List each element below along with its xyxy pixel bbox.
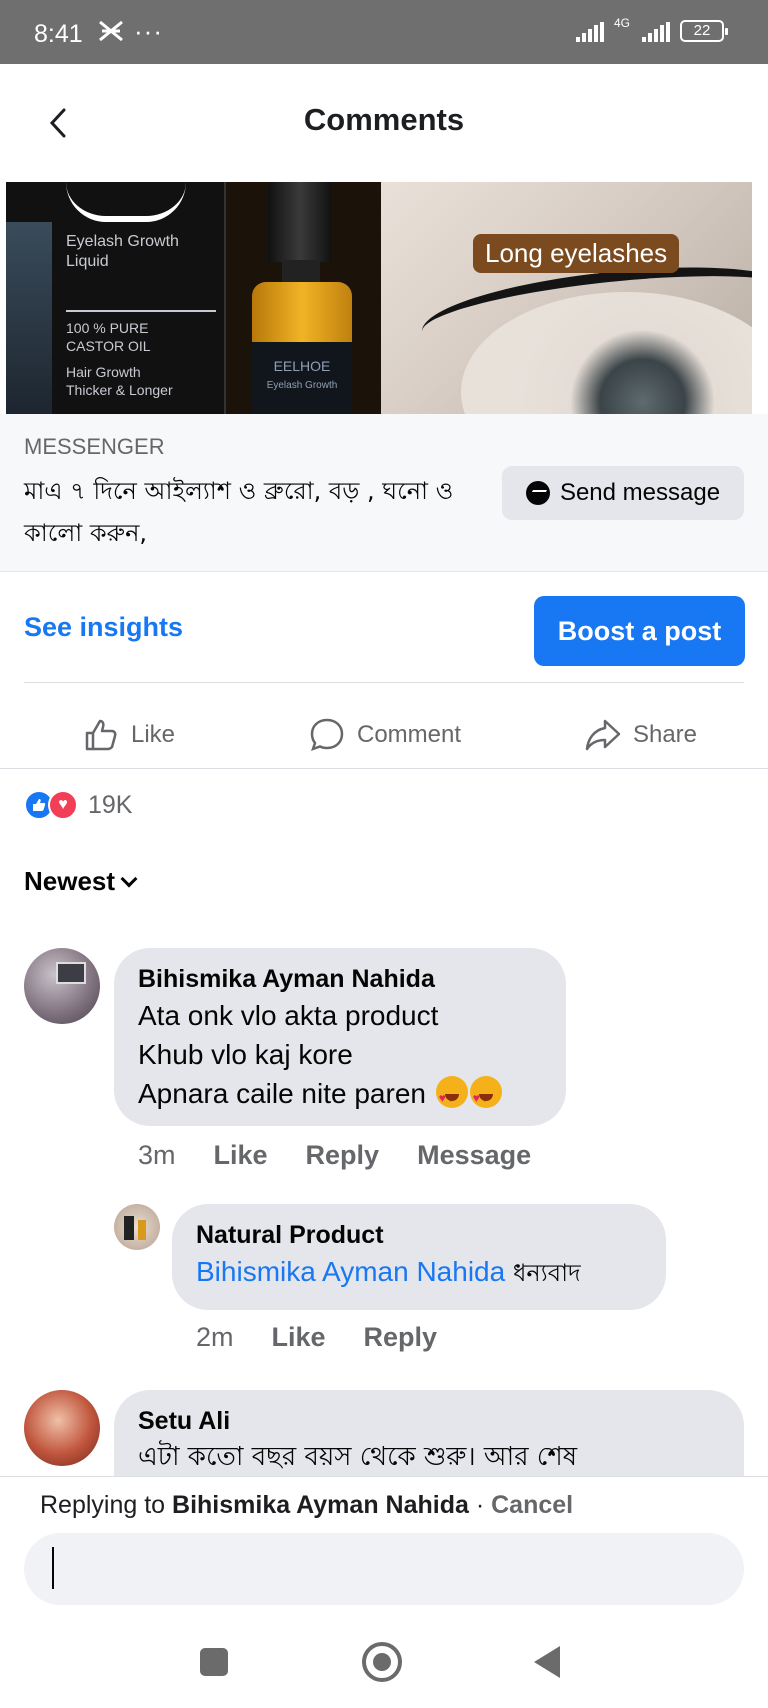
thumbs-up-icon	[85, 719, 117, 751]
divider	[24, 682, 744, 683]
more-notifications-icon: ···	[134, 16, 163, 46]
comment-author[interactable]: Natural Product	[196, 1218, 642, 1252]
text-caret	[52, 1547, 54, 1589]
comment-reply-button[interactable]: Reply	[364, 1322, 438, 1353]
battery-level: 22	[693, 22, 711, 39]
bottle-sub: Eyelash Growth	[266, 380, 338, 391]
system-back-button[interactable]	[534, 1646, 560, 1678]
share-button[interactable]: Share	[512, 700, 768, 770]
replying-prefix: Replying to	[40, 1491, 166, 1519]
battery-icon: 22	[680, 20, 728, 42]
comment-meta: 3m Like Reply Message	[138, 1140, 531, 1171]
send-message-label: Send message	[559, 479, 721, 506]
comment-line: Apnara caile nite paren	[138, 1078, 426, 1109]
box-text: Hair Growth	[66, 364, 141, 380]
eyelash-photo-panel: Long eyelashes	[381, 182, 752, 414]
see-insights-link[interactable]: See insights	[24, 612, 183, 643]
sort-dropdown[interactable]: Newest	[24, 866, 138, 897]
box-text: 100 % PURE	[66, 320, 149, 336]
status-time: 8:41	[34, 20, 83, 48]
comment-button[interactable]: Comment	[256, 700, 512, 770]
comment-line: Ata onk vlo akta product	[138, 1000, 439, 1031]
comment-meta: 2m Like Reply	[196, 1322, 437, 1353]
cancel-reply-button[interactable]: Cancel	[491, 1491, 573, 1519]
share-icon	[585, 719, 621, 751]
comment-message-button[interactable]: Message	[417, 1140, 531, 1171]
comment-text: এটা কতো বছর বয়স থেকে শুরু। আর শেষ	[138, 1442, 578, 1472]
notification-icon	[98, 20, 124, 49]
comment-time: 2m	[196, 1322, 234, 1352]
send-message-button[interactable]: Send message	[502, 466, 744, 520]
reactions-summary[interactable]: ♥ 19K	[24, 790, 132, 820]
box-text: Eyelash Growth	[66, 233, 179, 250]
eye-illustration	[66, 182, 186, 222]
messenger-icon	[525, 481, 550, 505]
like-label: Like	[130, 721, 176, 748]
comment-line: Khub vlo kaj kore	[138, 1039, 353, 1070]
comment-label: Comment	[356, 721, 462, 748]
signal-icon-2	[642, 22, 670, 42]
home-button[interactable]	[362, 1642, 402, 1682]
chevron-down-icon	[120, 870, 138, 887]
sort-label: Newest	[24, 866, 116, 896]
share-label: Share	[632, 721, 698, 748]
bottle-label: EELHOE Eyelash Growth	[252, 342, 352, 414]
replying-separator: ·	[468, 1491, 492, 1519]
recent-apps-button[interactable]	[200, 1648, 228, 1676]
post-actions: Like Comment Share	[0, 700, 768, 770]
boost-post-button[interactable]: Boost a post	[534, 596, 745, 666]
reply-composer: Replying to Bihismika Ayman Nahida · Can…	[0, 1476, 768, 1616]
product-box-panel: Eyelash Growth Liquid 100 % PURE CASTOR …	[6, 182, 226, 414]
comment-author[interactable]: Setu Ali	[138, 1404, 720, 1438]
page-title: Comments	[303, 102, 465, 137]
mention-link[interactable]: Bihismika Ayman Nahida	[196, 1256, 505, 1287]
messenger-cta: MESSENGER মাএ ৭ দিনে আইল্যাশ ও ব্রুরো, ব…	[0, 414, 768, 572]
bottle-brand: EELHOE	[273, 358, 331, 374]
comment-text: ধন্যবাদ	[512, 1259, 581, 1287]
ad-image[interactable]: Eyelash Growth Liquid 100 % PURE CASTOR …	[6, 182, 752, 414]
comment-like-button[interactable]: Like	[214, 1140, 268, 1171]
replying-target: Bihismika Ayman Nahida	[172, 1491, 469, 1519]
system-nav-bar	[0, 1616, 768, 1708]
comment-reply-button[interactable]: Reply	[306, 1140, 380, 1171]
avatar[interactable]	[24, 948, 100, 1024]
avatar[interactable]	[24, 1390, 100, 1466]
bottle-panel: EELHOE Eyelash Growth	[226, 182, 381, 414]
status-bar: 8:41 ··· 4G 22	[0, 0, 768, 64]
heart-eyes-emoji-icon	[469, 1076, 502, 1118]
love-reaction-icon: ♥	[48, 790, 78, 820]
comment-author[interactable]: Bihismika Ayman Nahida	[138, 962, 542, 996]
signal-icon	[575, 22, 604, 42]
comment-like-button[interactable]: Like	[272, 1322, 326, 1353]
top-bar: Comments	[0, 64, 768, 182]
heart-eyes-emoji-icon	[435, 1076, 468, 1118]
comment-icon	[310, 718, 344, 752]
comment-bubble[interactable]: Natural Product Bihismika Ayman Nahida ধ…	[172, 1204, 666, 1310]
replying-to: Replying to Bihismika Ayman Nahida · Can…	[40, 1491, 573, 1520]
reaction-count: 19K	[88, 790, 133, 819]
box-text: Thicker & Longer	[66, 382, 173, 398]
comment-time: 3m	[138, 1140, 176, 1170]
reply-input[interactable]	[24, 1533, 744, 1605]
avatar[interactable]	[114, 1204, 160, 1250]
box-text: CASTOR OIL	[66, 338, 151, 354]
divider	[0, 768, 768, 769]
comment-bubble[interactable]: Bihismika Ayman Nahida Ata onk vlo akta …	[114, 948, 566, 1126]
cta-headline: মাএ ৭ দিনে আইল্যাশ ও ব্রুরো, বড় , ঘনো ও…	[24, 477, 454, 547]
like-button[interactable]: Like	[0, 700, 256, 770]
box-text: Liquid	[66, 253, 109, 270]
network-type: 4G	[613, 16, 630, 30]
cta-label: MESSENGER	[24, 434, 165, 459]
ad-tag: Long eyelashes	[473, 234, 680, 273]
